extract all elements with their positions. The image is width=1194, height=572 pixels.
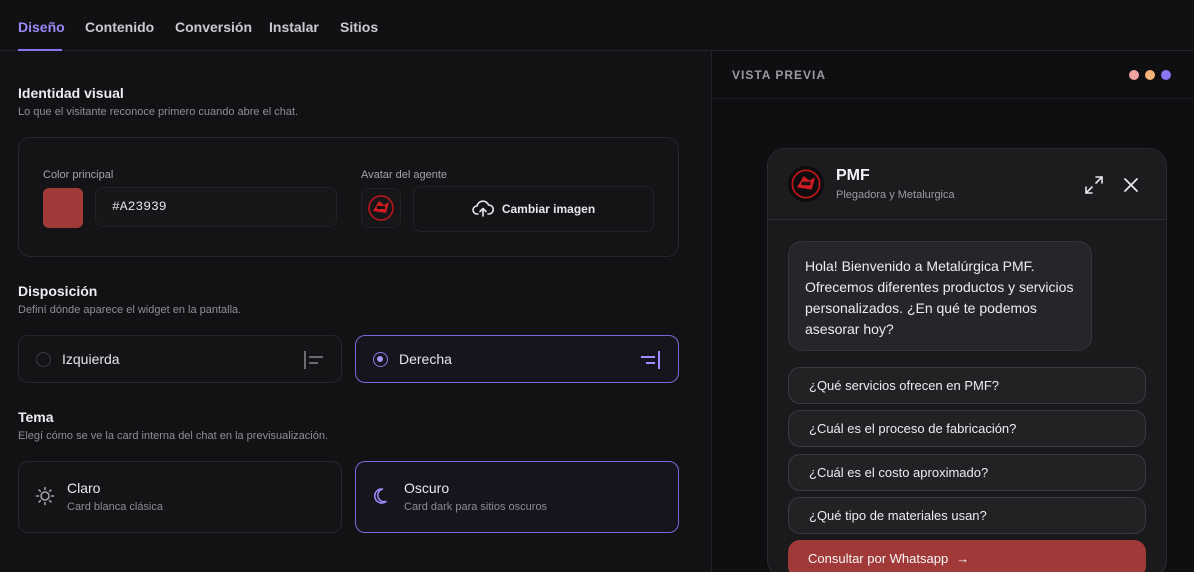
cloud-upload-icon	[472, 200, 494, 217]
quick-reply[interactable]: ¿Cuál es el proceso de fabricación?	[788, 410, 1146, 447]
theme-option-dark[interactable]: Oscuro Card dark para sitios oscuros	[355, 461, 679, 533]
quick-reply[interactable]: ¿Cuál es el costo aproximado?	[788, 454, 1146, 491]
preview-dot-orange	[1145, 70, 1155, 80]
chat-widget-preview: PMF Plegadora y Metalurgica Hola! Bienve…	[767, 148, 1167, 572]
tab-instalar[interactable]: Instalar	[269, 19, 319, 35]
avatar-label: Avatar del agente	[361, 169, 448, 181]
theme-light-subtitle: Card blanca clásica	[67, 501, 163, 513]
agent-avatar[interactable]	[361, 188, 401, 228]
theme-dark-title: Oscuro	[404, 480, 450, 496]
chat-header: PMF Plegadora y Metalurgica	[768, 149, 1166, 220]
change-image-button[interactable]: Cambiar imagen	[413, 186, 654, 232]
chat-agent-name: PMF	[836, 167, 870, 184]
arrow-right-icon: →	[956, 551, 970, 566]
align-left-icon	[304, 351, 323, 369]
identity-section-subtitle: Lo que el visitante reconoce primero cua…	[18, 106, 299, 118]
close-icon[interactable]	[1121, 175, 1141, 195]
layout-section-title: Disposición	[18, 283, 98, 299]
tab-conversion[interactable]: Conversión	[175, 19, 252, 35]
layout-option-right-label: Derecha	[399, 351, 452, 367]
pmf-logo-icon	[791, 169, 821, 199]
theme-section-title: Tema	[18, 409, 54, 425]
theme-option-light[interactable]: Claro Card blanca clásica	[18, 461, 342, 533]
tab-diseno[interactable]: Diseño	[18, 19, 65, 35]
whatsapp-button-label: Consultar por Whatsapp	[808, 551, 949, 566]
chat-agent-subtitle: Plegadora y Metalurgica	[836, 189, 955, 201]
tab-sitios[interactable]: Sitios	[340, 19, 378, 35]
tab-contenido[interactable]: Contenido	[85, 19, 154, 35]
expand-icon[interactable]	[1084, 175, 1104, 195]
layout-option-left[interactable]: Izquierda	[18, 335, 342, 383]
chat-greeting-bubble: Hola! Bienvenido a Metalúrgica PMF. Ofre…	[788, 241, 1092, 351]
color-swatch[interactable]	[43, 188, 83, 228]
radio-right[interactable]	[373, 352, 388, 367]
quick-reply[interactable]: ¿Qué servicios ofrecen en PMF?	[788, 367, 1146, 404]
whatsapp-button[interactable]: Consultar por Whatsapp →	[788, 540, 1146, 572]
preview-dot-pink	[1129, 70, 1139, 80]
quick-reply[interactable]: ¿Qué tipo de materiales usan?	[788, 497, 1146, 534]
align-right-icon	[641, 351, 660, 369]
chat-avatar	[788, 166, 824, 202]
moon-icon	[374, 488, 387, 504]
theme-section-subtitle: Elegí cómo se ve la card interna del cha…	[18, 430, 329, 442]
change-image-label: Cambiar imagen	[501, 202, 596, 216]
color-hex-input[interactable]: #A23939	[95, 187, 337, 227]
tab-bar: Diseño Contenido Conversión Instalar Sit…	[0, 0, 1194, 51]
layout-option-left-label: Izquierda	[62, 351, 120, 367]
layout-option-right[interactable]: Derecha	[355, 335, 679, 383]
theme-dark-subtitle: Card dark para sitios oscuros	[404, 501, 548, 513]
theme-light-title: Claro	[67, 480, 101, 496]
sun-icon	[35, 486, 55, 506]
radio-left[interactable]	[36, 352, 51, 367]
identity-section-title: Identidad visual	[18, 85, 124, 101]
preview-title: VISTA PREVIA	[732, 68, 827, 82]
preview-dot-purple	[1161, 70, 1171, 80]
pmf-logo-icon	[368, 195, 394, 221]
layout-section-subtitle: Definí dónde aparece el widget en la pan…	[18, 304, 242, 316]
color-label: Color principal	[43, 169, 114, 181]
